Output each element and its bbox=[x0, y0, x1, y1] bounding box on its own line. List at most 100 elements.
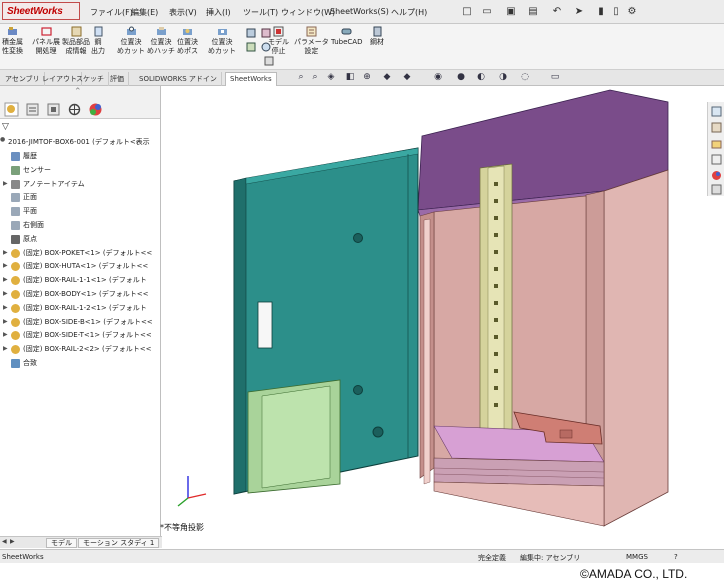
menu-tools[interactable]: ツール(T) bbox=[243, 7, 278, 18]
solidworks-resources-icon[interactable] bbox=[711, 106, 722, 117]
door-lock-window[interactable] bbox=[257, 301, 273, 349]
expand-arrow-icon[interactable]: ▶ bbox=[3, 180, 8, 187]
parameter-settings-button[interactable]: パラメータ 設定 bbox=[294, 26, 329, 56]
monitor-icon[interactable]: ▭ bbox=[550, 72, 560, 82]
undo-icon[interactable]: ↶ bbox=[551, 5, 563, 17]
tab-evaluate[interactable]: 評価 bbox=[106, 72, 129, 86]
tree-item[interactable]: ▶ (固定) BOX-RAIL-2<2> (デフォルト<< bbox=[0, 343, 160, 356]
custom-properties-icon[interactable] bbox=[711, 184, 722, 195]
zoom-to-fit-icon[interactable]: ⌕ bbox=[296, 72, 306, 82]
tab-scroll-left-icon[interactable]: ◀ bbox=[2, 538, 7, 545]
tab-solidworks-addins[interactable]: SOLIDWORKS アドイン bbox=[135, 72, 222, 86]
tree-item[interactable]: ▶ (固定) BOX-RAIL-1-2<1> (デフォルト bbox=[0, 302, 160, 315]
model-stop-button[interactable]: モデル 停止 bbox=[268, 26, 289, 56]
file-properties-icon[interactable]: ▯ bbox=[610, 5, 622, 17]
filter-icon[interactable]: ▽ bbox=[2, 122, 9, 132]
product-parts-button[interactable]: 製品部品 成情報 bbox=[62, 26, 90, 56]
configuration-manager-tab-icon[interactable] bbox=[46, 102, 61, 117]
view-palette-icon[interactable] bbox=[711, 154, 722, 165]
expand-arrow-icon[interactable]: ▶ bbox=[3, 276, 8, 283]
tree-item[interactable]: ▶ アノテートアイテム bbox=[0, 178, 160, 191]
previous-view-icon[interactable]: ◈ bbox=[326, 72, 336, 82]
zoom-area-icon[interactable]: ⌕ bbox=[310, 72, 320, 82]
print-icon[interactable]: ▤ bbox=[527, 5, 539, 17]
steel-material-button[interactable]: 鋼材 bbox=[370, 26, 384, 47]
expand-arrow-icon[interactable]: ▶ bbox=[3, 290, 8, 297]
tab-sketch[interactable]: スケッチ bbox=[72, 72, 109, 86]
save-icon[interactable]: ▣ bbox=[505, 5, 517, 17]
locate-cut-button[interactable]: 位置決 めカット bbox=[117, 26, 145, 56]
sheetworks-logo[interactable]: SheetWorks bbox=[2, 2, 80, 20]
rebuild-icon[interactable]: ▮ bbox=[595, 5, 607, 17]
dynamic-annotation-icon[interactable]: ⊕ bbox=[362, 72, 372, 82]
assembly-icon[interactable] bbox=[246, 42, 256, 52]
menu-insert[interactable]: 挿入(I) bbox=[206, 7, 231, 18]
status-units[interactable]: MMGS bbox=[626, 553, 648, 561]
collapse-handle-icon[interactable]: ⌃ bbox=[74, 87, 82, 97]
tab-motion-study[interactable]: モーション スタディ 1 bbox=[78, 538, 160, 548]
bottom-rail-front[interactable] bbox=[433, 457, 605, 487]
locate-cut-2-button[interactable]: 位置決 めカット bbox=[208, 26, 236, 56]
tree-item[interactable]: 原点 bbox=[0, 233, 160, 246]
design-library-icon[interactable] bbox=[711, 122, 722, 133]
tab-sheetworks[interactable]: SheetWorks bbox=[225, 72, 277, 86]
select-pointer-icon[interactable]: ➤ bbox=[573, 5, 585, 17]
tree-root-assembly[interactable]: ● 2016-JIMTOF-BOX6-001 (デフォルト<表示 bbox=[0, 136, 160, 149]
view-orientation-icon[interactable]: ◆ bbox=[382, 72, 392, 82]
tree-item[interactable]: 履歴 bbox=[0, 150, 160, 163]
panel-unfold-button[interactable]: パネル展 開処理 bbox=[32, 26, 60, 56]
menu-view[interactable]: 表示(V) bbox=[169, 7, 197, 18]
cabinet-right-side[interactable] bbox=[603, 169, 669, 527]
tree-item[interactable]: ▶ (固定) BOX-POKET<1> (デフォルト<< bbox=[0, 247, 160, 260]
tab-model[interactable]: モデル bbox=[46, 538, 77, 548]
tree-item[interactable]: 合致 bbox=[0, 357, 160, 370]
tree-item[interactable]: ▶ (固定) BOX-BODY<1> (デフォルト<< bbox=[0, 288, 160, 301]
menu-help[interactable]: ヘルプ(H) bbox=[391, 7, 427, 18]
open-folder-icon[interactable]: ▭ bbox=[481, 5, 493, 17]
sheet-metal-convert-button[interactable]: 積金属 性変換 bbox=[2, 26, 23, 56]
tab-scroll-right-icon[interactable]: ▶ bbox=[10, 538, 15, 545]
edit-appearance-icon[interactable]: ● bbox=[456, 72, 466, 82]
tree-item[interactable]: ▶ (固定) BOX-RAIL-1-1<1> (デフォルト bbox=[0, 274, 160, 287]
feature-manager-tab-icon[interactable] bbox=[4, 102, 19, 117]
expand-arrow-icon[interactable]: ▶ bbox=[3, 331, 8, 338]
render-tools-icon[interactable]: ◌ bbox=[520, 72, 530, 82]
property-manager-tab-icon[interactable] bbox=[25, 102, 40, 117]
apply-scene-icon[interactable]: ◐ bbox=[476, 72, 486, 82]
status-help-icon[interactable]: ? bbox=[674, 553, 678, 561]
menu-file[interactable]: ファイル(F) bbox=[90, 7, 133, 18]
tree-item[interactable]: 平面 bbox=[0, 205, 160, 218]
display-manager-tab-icon[interactable] bbox=[88, 102, 103, 117]
tree-item[interactable]: ▶ (固定) BOX-HUTA<1> (デフォルト<< bbox=[0, 260, 160, 273]
graphics-area[interactable] bbox=[162, 86, 706, 536]
display-style-icon[interactable]: ◆ bbox=[402, 72, 412, 82]
edit-sketch-icon[interactable] bbox=[246, 28, 256, 38]
expand-arrow-icon[interactable]: ▶ bbox=[3, 249, 8, 256]
expand-arrow-icon[interactable]: ▶ bbox=[3, 345, 8, 352]
steel-output-button[interactable]: 鋼 出力 bbox=[91, 26, 105, 56]
dimxpert-tab-icon[interactable] bbox=[67, 102, 82, 117]
tubecad-button[interactable]: TubeCAD bbox=[331, 26, 362, 47]
menu-sheetworks[interactable]: SheetWorks(S) bbox=[330, 7, 389, 16]
menu-window[interactable]: ウィンドウ(W) bbox=[281, 7, 335, 18]
appearances-icon[interactable] bbox=[711, 170, 722, 181]
expand-arrow-icon[interactable]: ▶ bbox=[3, 318, 8, 325]
locate-boss-button[interactable]: 位置決 めボ゙ス bbox=[177, 26, 198, 56]
move-component-icon[interactable] bbox=[264, 56, 274, 66]
tree-item[interactable]: ▶ (固定) BOX-SIDE-T<1> (デフォルト<< bbox=[0, 329, 160, 342]
section-view-icon[interactable]: ◧ bbox=[345, 72, 355, 82]
door-handle-knob[interactable] bbox=[372, 426, 384, 438]
tree-item[interactable]: 正面 bbox=[0, 191, 160, 204]
options-gear-icon[interactable]: ⚙ bbox=[626, 5, 638, 17]
view-settings-icon[interactable]: ◑ bbox=[498, 72, 508, 82]
file-explorer-icon[interactable] bbox=[711, 138, 722, 149]
expand-arrow-icon[interactable]: ▶ bbox=[3, 262, 8, 269]
tree-item[interactable]: ▶ (固定) BOX-SIDE-B<1> (デフォルト<< bbox=[0, 316, 160, 329]
new-document-icon[interactable]: □ bbox=[461, 5, 473, 17]
expand-arrow-icon[interactable]: ▶ bbox=[3, 304, 8, 311]
hide-show-icon[interactable]: ◉ bbox=[433, 72, 443, 82]
menu-edit[interactable]: 編集(E) bbox=[131, 7, 158, 18]
tree-item[interactable]: 右側面 bbox=[0, 219, 160, 232]
tree-item[interactable]: センサー bbox=[0, 164, 160, 177]
locate-hatch-button[interactable]: 位置決 めハッチ bbox=[147, 26, 175, 56]
